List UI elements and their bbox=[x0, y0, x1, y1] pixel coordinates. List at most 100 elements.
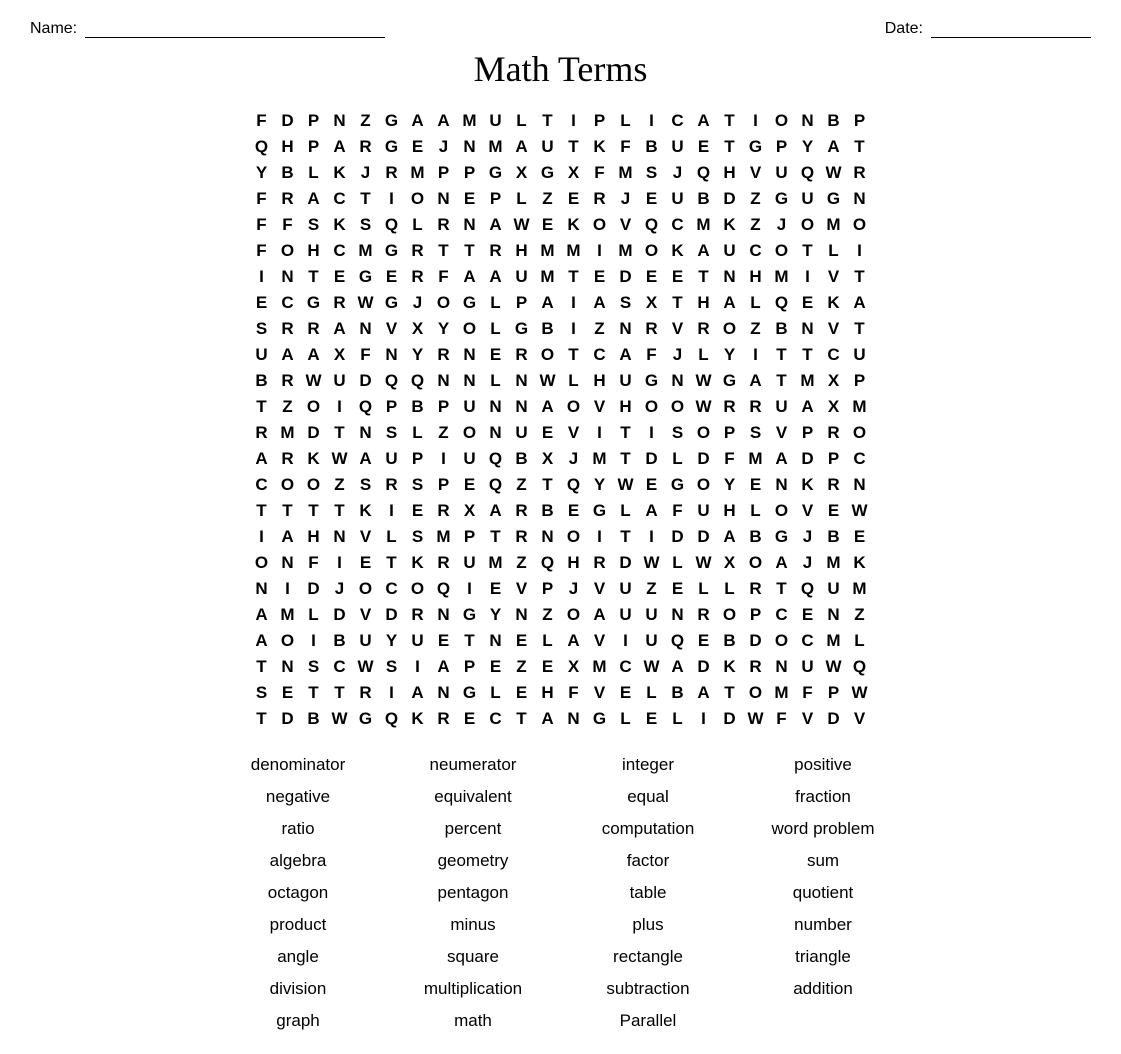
grid-cell: F bbox=[353, 342, 379, 368]
grid-cell: A bbox=[431, 654, 457, 680]
grid-cell: N bbox=[769, 472, 795, 498]
grid-cell: T bbox=[847, 134, 873, 160]
word-item: plus bbox=[561, 912, 736, 938]
grid-cell: T bbox=[249, 498, 275, 524]
grid-cell: D bbox=[275, 108, 301, 134]
grid-cell: N bbox=[379, 342, 405, 368]
grid-cell: S bbox=[249, 680, 275, 706]
grid-cell: N bbox=[327, 524, 353, 550]
grid-cell: J bbox=[665, 160, 691, 186]
grid-cell: Q bbox=[561, 472, 587, 498]
grid-cell: A bbox=[431, 108, 457, 134]
grid-cell: F bbox=[249, 238, 275, 264]
word-item: positive bbox=[736, 752, 911, 778]
grid-cell: R bbox=[327, 290, 353, 316]
grid-cell: A bbox=[821, 134, 847, 160]
grid-cell: S bbox=[613, 290, 639, 316]
grid-cell: U bbox=[821, 576, 847, 602]
grid-cell: N bbox=[847, 186, 873, 212]
grid-cell: J bbox=[795, 550, 821, 576]
grid-cell: P bbox=[301, 134, 327, 160]
grid-cell: Q bbox=[535, 550, 561, 576]
grid-cell: A bbox=[847, 290, 873, 316]
grid-cell: T bbox=[847, 264, 873, 290]
grid-cell: K bbox=[717, 654, 743, 680]
grid-cell: L bbox=[743, 290, 769, 316]
grid-cell: C bbox=[665, 212, 691, 238]
grid-cell: E bbox=[457, 472, 483, 498]
grid-cell: E bbox=[509, 680, 535, 706]
grid-cell: P bbox=[457, 524, 483, 550]
word-item: angle bbox=[211, 944, 386, 970]
grid-cell: C bbox=[327, 186, 353, 212]
grid-cell: Z bbox=[743, 186, 769, 212]
grid-cell: Z bbox=[639, 576, 665, 602]
grid-cell: F bbox=[587, 160, 613, 186]
grid-cell: X bbox=[535, 446, 561, 472]
grid-cell: R bbox=[249, 420, 275, 446]
grid-cell: G bbox=[639, 368, 665, 394]
grid-cell: I bbox=[301, 628, 327, 654]
grid-cell: T bbox=[769, 576, 795, 602]
grid-cell: U bbox=[457, 550, 483, 576]
grid-cell: N bbox=[431, 602, 457, 628]
page-title: Math Terms bbox=[30, 48, 1091, 90]
grid-cell: C bbox=[379, 576, 405, 602]
grid-cell: W bbox=[327, 446, 353, 472]
grid-cell: F bbox=[769, 706, 795, 732]
grid-cell: T bbox=[327, 680, 353, 706]
grid-cell: X bbox=[327, 342, 353, 368]
grid-cell: T bbox=[795, 342, 821, 368]
grid-cell: S bbox=[743, 420, 769, 446]
grid-cell: B bbox=[717, 628, 743, 654]
grid-cell: W bbox=[301, 368, 327, 394]
grid-cell: N bbox=[457, 134, 483, 160]
grid-cell: I bbox=[327, 394, 353, 420]
grid-cell: U bbox=[665, 134, 691, 160]
grid-cell: V bbox=[587, 628, 613, 654]
grid-cell: L bbox=[613, 498, 639, 524]
grid-cell: V bbox=[353, 602, 379, 628]
word-item: Parallel bbox=[561, 1008, 736, 1034]
grid-cell: O bbox=[769, 498, 795, 524]
grid-cell: Y bbox=[483, 602, 509, 628]
grid-cell: N bbox=[431, 368, 457, 394]
grid-cell: O bbox=[691, 420, 717, 446]
grid-cell: G bbox=[769, 524, 795, 550]
grid-cell: Z bbox=[353, 108, 379, 134]
grid-cell: I bbox=[249, 264, 275, 290]
grid-cell: A bbox=[301, 342, 327, 368]
grid-cell: D bbox=[613, 550, 639, 576]
grid-cell: E bbox=[509, 628, 535, 654]
grid-cell: P bbox=[301, 108, 327, 134]
grid-cell: H bbox=[561, 550, 587, 576]
grid-cell: N bbox=[457, 342, 483, 368]
word-item: rectangle bbox=[561, 944, 736, 970]
grid-cell: I bbox=[691, 706, 717, 732]
grid-cell: D bbox=[821, 706, 847, 732]
word-item: square bbox=[386, 944, 561, 970]
grid-cell: N bbox=[795, 316, 821, 342]
grid-cell: E bbox=[431, 628, 457, 654]
grid-cell: Y bbox=[431, 316, 457, 342]
grid-cell: R bbox=[353, 680, 379, 706]
word-item: multiplication bbox=[386, 976, 561, 1002]
grid-cell: W bbox=[353, 290, 379, 316]
grid-cell: R bbox=[379, 472, 405, 498]
grid-cell: C bbox=[613, 654, 639, 680]
grid-cell: N bbox=[717, 264, 743, 290]
grid-cell: G bbox=[769, 186, 795, 212]
grid-cell: L bbox=[717, 576, 743, 602]
word-item: pentagon bbox=[386, 880, 561, 906]
grid-cell: J bbox=[561, 576, 587, 602]
grid-cell: N bbox=[795, 108, 821, 134]
grid-cell: V bbox=[769, 420, 795, 446]
grid-cell: I bbox=[587, 524, 613, 550]
grid-cell: P bbox=[431, 394, 457, 420]
grid-cell: O bbox=[535, 342, 561, 368]
grid-cell: W bbox=[847, 498, 873, 524]
grid-cell: E bbox=[405, 134, 431, 160]
grid-cell: K bbox=[821, 290, 847, 316]
grid-cell: L bbox=[691, 342, 717, 368]
grid-cell: F bbox=[431, 264, 457, 290]
